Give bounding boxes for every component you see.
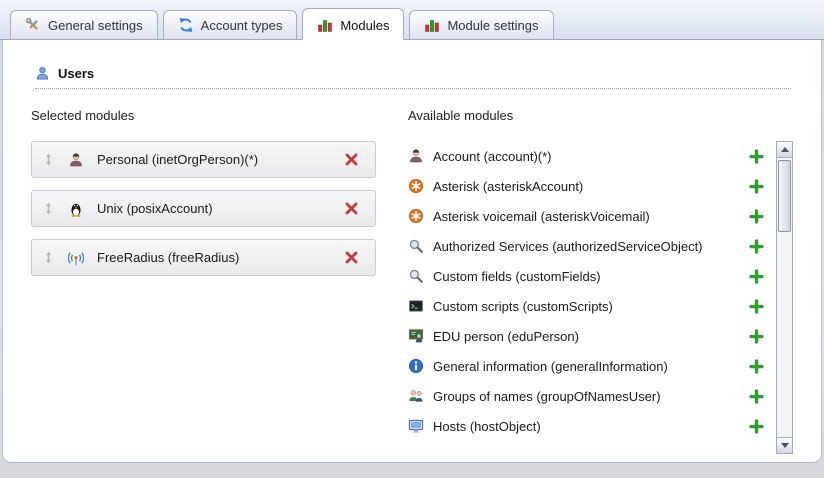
computer-icon (408, 418, 424, 434)
scrollbar-thumb[interactable] (778, 160, 791, 232)
module-label: EDU person (eduPerson) (433, 329, 749, 344)
available-module-row-account: Account (account)(*) (408, 141, 772, 171)
module-label: Asterisk (asteriskAccount) (433, 179, 749, 194)
chart-icon (317, 17, 333, 33)
person-icon (68, 152, 84, 168)
add-module-button[interactable] (749, 299, 764, 314)
magnifier-icon (408, 238, 424, 254)
users-section-header: Users (35, 66, 791, 89)
module-label: Authorized Services (authorizedServiceOb… (433, 239, 749, 254)
module-label: Personal (inetOrgPerson)(*) (97, 152, 344, 167)
tab-label: General settings (48, 18, 143, 33)
info-icon (408, 358, 424, 374)
selected-module-row-personal: Personal (inetOrgPerson)(*) (31, 141, 376, 178)
arrow-up-icon (781, 147, 789, 152)
tab-label: Modules (340, 18, 389, 33)
remove-module-button[interactable] (344, 250, 359, 265)
magnifier-icon (408, 268, 424, 284)
add-module-button[interactable] (749, 209, 764, 224)
selected-modules-column: Selected modules Personal (inetOrgPerson… (31, 106, 408, 454)
tab-modules[interactable]: Modules (302, 8, 404, 40)
selected-module-row-unix: Unix (posixAccount) (31, 190, 376, 227)
add-module-button[interactable] (749, 359, 764, 374)
config-tab-bar: General settings Account types Modules M… (0, 0, 824, 40)
add-module-button[interactable] (749, 329, 764, 344)
tab-label: Module settings (447, 18, 538, 33)
module-label: Custom fields (customFields) (433, 269, 749, 284)
asterisk-icon (408, 178, 424, 194)
add-module-button[interactable] (749, 179, 764, 194)
available-module-row-custom-fields: Custom fields (customFields) (408, 261, 772, 291)
selected-module-row-freeradius: FreeRadius (freeRadius) (31, 239, 376, 276)
tools-icon (25, 17, 41, 33)
available-module-row-edu-person: EDU person (eduPerson) (408, 321, 772, 351)
tab-label: Account types (201, 18, 283, 33)
add-module-button[interactable] (749, 239, 764, 254)
scrollbar-track[interactable] (777, 158, 792, 437)
available-module-row-general-information: General information (generalInformation) (408, 351, 772, 381)
tab-module-settings[interactable]: Module settings (409, 10, 553, 40)
module-label: Account (account)(*) (433, 149, 749, 164)
available-module-row-asterisk: Asterisk (asteriskAccount) (408, 171, 772, 201)
available-module-row-authorized-services: Authorized Services (authorizedServiceOb… (408, 231, 772, 261)
drag-handle-icon[interactable] (42, 153, 55, 166)
available-module-row-custom-scripts: Custom scripts (customScripts) (408, 291, 772, 321)
terminal-icon (408, 298, 424, 314)
module-label: Asterisk voicemail (asteriskVoicemail) (433, 209, 749, 224)
available-modules-heading: Available modules (408, 108, 793, 123)
modules-tab-panel: Users Selected modules Personal (inetOrg… (2, 40, 822, 463)
scroll-down-button[interactable] (777, 437, 792, 453)
available-module-row-asterisk-voicemail: Asterisk voicemail (asteriskVoicemail) (408, 201, 772, 231)
teacher-icon (408, 328, 424, 344)
drag-handle-icon[interactable] (42, 202, 55, 215)
drag-handle-icon[interactable] (42, 251, 55, 264)
asterisk-icon (408, 208, 424, 224)
module-label: Unix (posixAccount) (97, 201, 344, 216)
lam-config-page: General settings Account types Modules M… (0, 0, 824, 478)
person-icon (408, 148, 424, 164)
remove-module-button[interactable] (344, 152, 359, 167)
available-modules-column: Available modules Account (account)(*) A… (408, 106, 793, 454)
user-icon (35, 66, 50, 81)
arrow-down-icon (781, 443, 789, 448)
add-module-button[interactable] (749, 389, 764, 404)
group-icon (408, 388, 424, 404)
sync-icon (178, 17, 194, 33)
module-label: Custom scripts (customScripts) (433, 299, 749, 314)
scroll-up-button[interactable] (777, 142, 792, 158)
remove-module-button[interactable] (344, 201, 359, 216)
available-modules-list: Account (account)(*) Asterisk (asteriskA… (408, 141, 772, 441)
available-module-row-hosts: Hosts (hostObject) (408, 411, 772, 441)
module-label: Groups of names (groupOfNamesUser) (433, 389, 749, 404)
add-module-button[interactable] (749, 149, 764, 164)
module-label: FreeRadius (freeRadius) (97, 250, 344, 265)
available-modules-scrollbar[interactable] (776, 141, 793, 454)
tab-account-types[interactable]: Account types (163, 10, 298, 40)
available-module-row-groups-of-names: Groups of names (groupOfNamesUser) (408, 381, 772, 411)
add-module-button[interactable] (749, 419, 764, 434)
module-label: General information (generalInformation) (433, 359, 749, 374)
section-title: Users (58, 66, 94, 81)
chart-icon (424, 17, 440, 33)
penguin-icon (68, 201, 84, 217)
selected-modules-heading: Selected modules (31, 108, 408, 123)
add-module-button[interactable] (749, 269, 764, 284)
module-label: Hosts (hostObject) (433, 419, 749, 434)
modules-columns: Selected modules Personal (inetOrgPerson… (3, 89, 821, 454)
antenna-icon (68, 250, 84, 266)
tab-general-settings[interactable]: General settings (10, 10, 158, 40)
